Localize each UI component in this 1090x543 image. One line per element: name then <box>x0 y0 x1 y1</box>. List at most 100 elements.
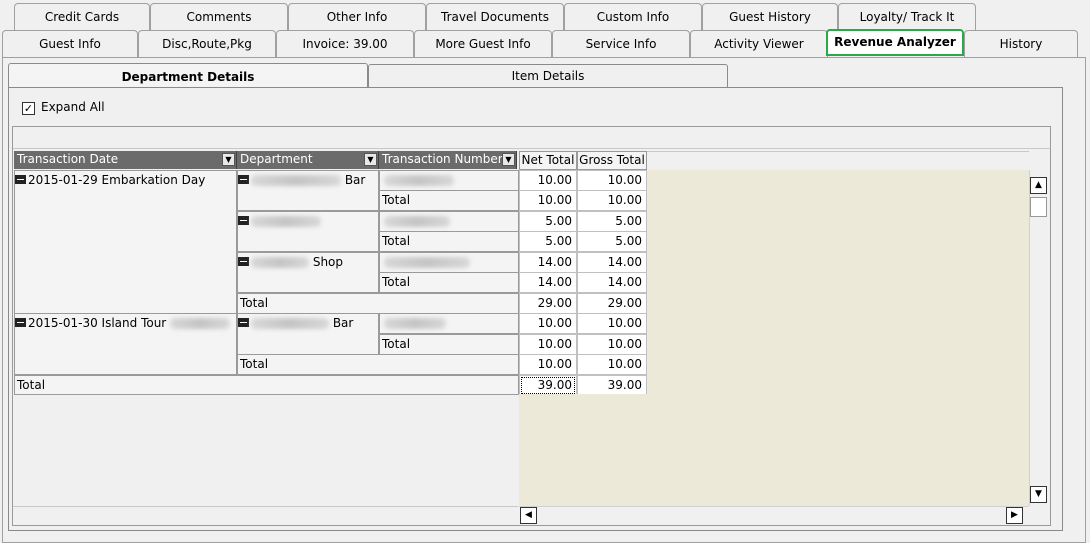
tab-credit-cards[interactable]: Credit Cards <box>14 3 150 30</box>
net-total-cell[interactable]: 5.00 <box>519 231 577 252</box>
redacted-text <box>251 216 321 227</box>
scroll-up-button[interactable]: ▲ <box>1030 177 1047 194</box>
filter-dropdown-icon[interactable]: ▼ <box>222 153 235 166</box>
scroll-right-button[interactable]: ▶ <box>1006 507 1023 524</box>
tab-revenue-analyzer[interactable]: Revenue Analyzer <box>826 29 964 56</box>
date-group-label: 2015-01-30 Island Tour <box>28 316 167 330</box>
net-total-cell[interactable]: 29.00 <box>519 293 577 314</box>
net-total-cell[interactable]: 10.00 <box>519 190 577 211</box>
date-group-cell: 2015-01-30 Island Tour <box>14 313 237 375</box>
redacted-text <box>384 257 470 268</box>
tab-service-info[interactable]: Service Info <box>552 30 690 57</box>
net-total-cell[interactable]: 10.00 <box>519 354 577 375</box>
header-transaction-date[interactable]: Transaction Date ▼ <box>14 151 237 169</box>
gross-total-cell[interactable]: 10.00 <box>577 334 647 355</box>
transaction-number-cell <box>379 170 519 191</box>
subtab-item-details[interactable]: Item Details <box>368 64 728 88</box>
gross-total-cell[interactable]: 5.00 <box>577 211 647 232</box>
net-total-cell[interactable]: 10.00 <box>519 334 577 355</box>
tab-loyalty-track-it[interactable]: Loyalty/ Track It <box>838 3 976 30</box>
tab-disc-route-pkg[interactable]: Disc,Route,Pkg <box>138 30 276 57</box>
vertical-scrollbar[interactable] <box>1029 170 1048 506</box>
gross-total-cell[interactable]: 14.00 <box>577 252 647 273</box>
net-total-cell[interactable]: 39.00 <box>519 375 577 396</box>
scroll-left-button[interactable]: ◀ <box>520 507 537 524</box>
department-name: Shop <box>312 255 344 269</box>
tab-guest-history[interactable]: Guest History <box>702 3 838 30</box>
header-department[interactable]: Department ▼ <box>237 151 379 169</box>
transaction-total-label: Total <box>379 190 519 211</box>
header-net-total[interactable]: Net Total <box>519 151 577 170</box>
expand-all-label: Expand All <box>41 100 105 114</box>
net-total-cell[interactable]: 10.00 <box>519 170 577 191</box>
redacted-text <box>251 257 309 268</box>
net-total-cell[interactable]: 10.00 <box>519 313 577 334</box>
collapse-icon[interactable] <box>15 175 26 184</box>
redacted-text <box>251 175 341 186</box>
tab-more-guest-info[interactable]: More Guest Info <box>414 30 552 57</box>
transaction-number-cell <box>379 252 519 273</box>
gross-total-cell[interactable]: 5.00 <box>577 231 647 252</box>
tab-invoice[interactable]: Invoice: 39.00 <box>276 30 414 57</box>
collapse-icon[interactable] <box>238 257 249 266</box>
date-group-cell: 2015-01-29 Embarkation Day <box>14 170 237 314</box>
department-cell <box>237 211 379 252</box>
filter-dropdown-icon[interactable]: ▼ <box>364 153 377 166</box>
empty-data-area <box>519 394 647 506</box>
header-gross-total[interactable]: Gross Total <box>577 151 647 170</box>
collapse-icon[interactable] <box>15 318 26 327</box>
empty-data-area <box>647 170 1029 506</box>
department-name: Bar <box>332 316 354 330</box>
scroll-down-button[interactable]: ▼ <box>1030 486 1047 503</box>
filter-dropdown-icon[interactable]: ▼ <box>502 153 515 166</box>
horizontal-scrollbar[interactable] <box>519 506 1029 525</box>
collapse-icon[interactable] <box>238 318 249 327</box>
filter-area <box>13 127 1050 149</box>
tab-travel-documents[interactable]: Travel Documents <box>426 3 564 30</box>
gross-total-cell[interactable]: 10.00 <box>577 354 647 375</box>
department-total-label: Total <box>237 354 519 375</box>
gross-total-cell[interactable]: 10.00 <box>577 313 647 334</box>
header-transaction-number-label: Transaction Number <box>382 152 503 166</box>
net-total-cell[interactable]: 14.00 <box>519 252 577 273</box>
redacted-text <box>384 175 454 186</box>
collapse-icon[interactable] <box>238 175 249 184</box>
header-transaction-date-label: Transaction Date <box>17 152 119 166</box>
gross-total-cell[interactable]: 14.00 <box>577 272 647 293</box>
tab-other-info[interactable]: Other Info <box>288 3 426 30</box>
subtab-department-details[interactable]: Department Details <box>8 63 368 89</box>
tab-guest-info[interactable]: Guest Info <box>2 30 138 57</box>
gross-total-cell[interactable]: 10.00 <box>577 170 647 191</box>
header-transaction-number[interactable]: Transaction Number ▼ <box>379 151 517 169</box>
department-total-label: Total <box>237 293 519 314</box>
redacted-text <box>251 318 329 329</box>
tab-history[interactable]: History <box>964 30 1078 57</box>
transaction-total-label: Total <box>379 272 519 293</box>
expand-all-checkbox[interactable]: ✓ <box>22 102 35 115</box>
gross-total-cell[interactable]: 10.00 <box>577 190 647 211</box>
transaction-total-label: Total <box>379 334 519 355</box>
net-total-cell[interactable]: 14.00 <box>519 272 577 293</box>
scroll-thumb[interactable] <box>1030 197 1047 217</box>
net-total-cell[interactable]: 5.00 <box>519 211 577 232</box>
date-group-label: 2015-01-29 Embarkation Day <box>28 173 206 187</box>
transaction-number-cell <box>379 313 519 334</box>
row-area-divider <box>13 506 518 507</box>
tab-custom-info[interactable]: Custom Info <box>564 3 702 30</box>
gross-total-cell[interactable]: 29.00 <box>577 293 647 314</box>
redacted-text <box>384 318 446 329</box>
data-header-strip <box>647 151 1029 170</box>
redacted-text <box>170 318 231 329</box>
transaction-total-label: Total <box>379 231 519 252</box>
gross-total-cell[interactable]: 39.00 <box>577 375 647 396</box>
department-cell: Bar <box>237 170 379 211</box>
department-name: Bar <box>344 173 366 187</box>
department-cell: Shop <box>237 252 379 293</box>
transaction-number-cell <box>379 211 519 232</box>
header-department-label: Department <box>240 152 313 166</box>
redacted-text <box>384 216 450 227</box>
tab-comments[interactable]: Comments <box>150 3 288 30</box>
tab-activity-viewer[interactable]: Activity Viewer <box>690 30 828 57</box>
department-cell: Bar <box>237 313 379 355</box>
collapse-icon[interactable] <box>238 216 249 225</box>
